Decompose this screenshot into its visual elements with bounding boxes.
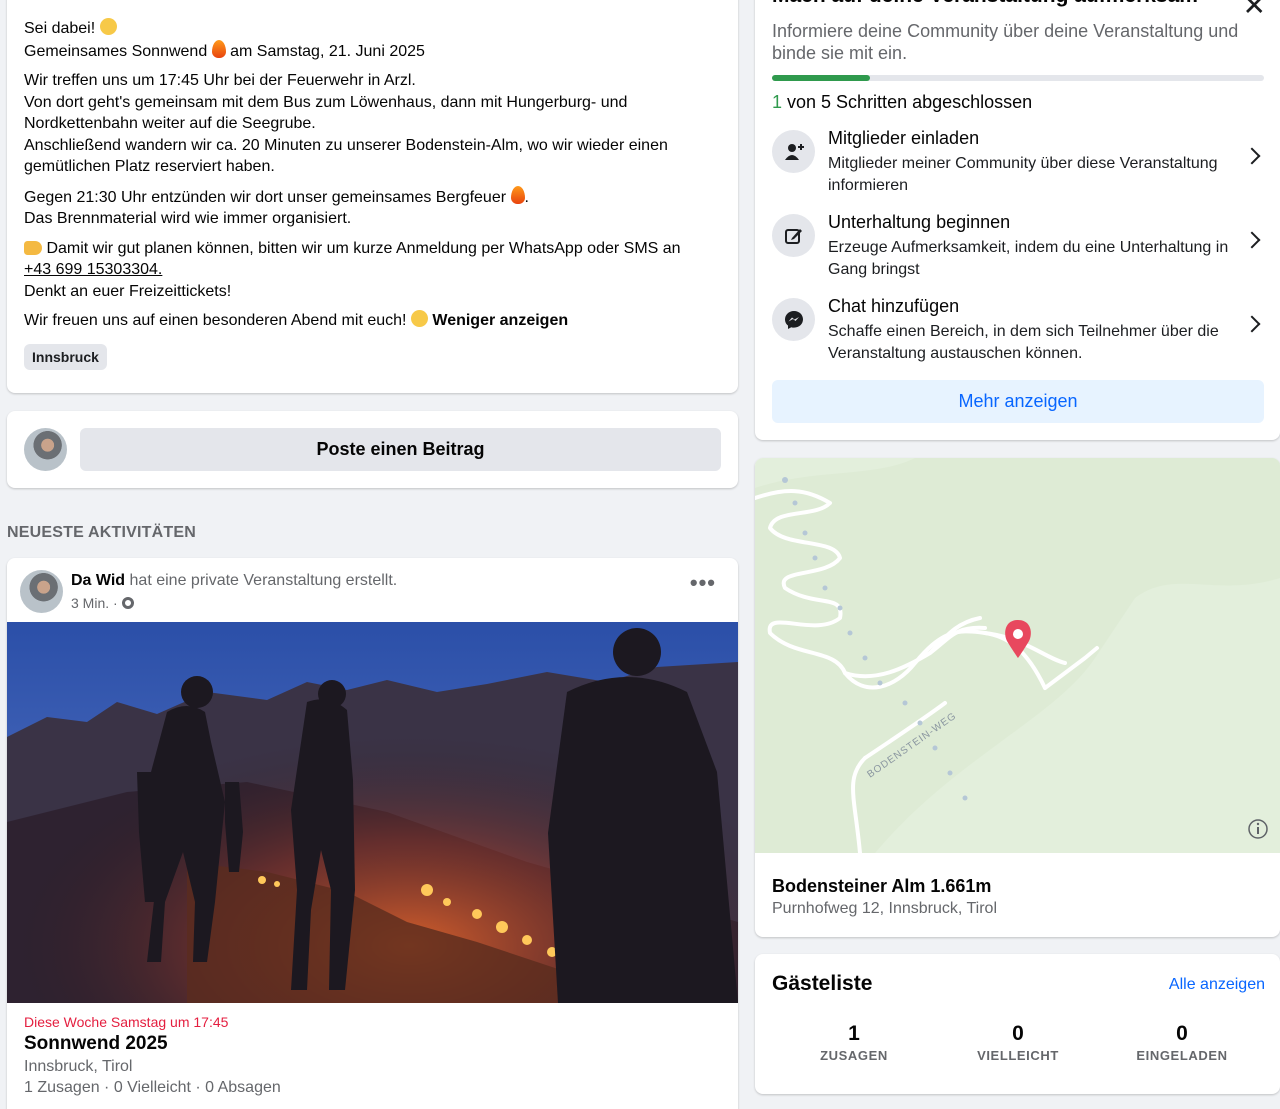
description-intro: Sei dabei! Gemeinsames Sonnwend am Samst… bbox=[24, 18, 425, 60]
messenger-icon bbox=[772, 298, 815, 341]
event-photo[interactable] bbox=[7, 622, 738, 1003]
location-tag[interactable]: Innsbruck bbox=[24, 343, 107, 370]
guest-list-card: Gästeliste Alle anzeigen 1 ZUSAGEN 0 VIE… bbox=[755, 954, 1280, 1094]
description-meeting: Wir treffen uns um 17:45 Uhr bei der Feu… bbox=[24, 72, 668, 175]
post-composer: Poste einen Beitrag bbox=[7, 411, 738, 488]
smile-emoji-icon bbox=[99, 18, 117, 35]
edit-icon bbox=[772, 214, 815, 257]
pointing-hand-emoji-icon bbox=[24, 240, 42, 255]
step-invite-members[interactable]: Mitglieder einladen Mitglieder meiner Co… bbox=[772, 128, 1264, 200]
show-more-button[interactable]: Mehr anzeigen bbox=[772, 380, 1264, 423]
location-card: BODENSTEIN-WEG Bodensteiner Alm 1.661m P… bbox=[755, 458, 1280, 937]
chevron-right-icon bbox=[1243, 315, 1261, 333]
phone-link[interactable]: +43 699 15303304. bbox=[24, 261, 162, 278]
guest-count-invited[interactable]: 0 EINGELADEN bbox=[1117, 1022, 1247, 1063]
step-title: Unterhaltung beginnen bbox=[828, 212, 1011, 232]
guest-count-going[interactable]: 1 ZUSAGEN bbox=[789, 1022, 919, 1063]
step-description: Mitglieder meiner Community über diese V… bbox=[828, 155, 1218, 194]
step-description: Erzeuge Aufmerksamkeit, indem du eine Un… bbox=[828, 239, 1229, 278]
steps-progress-text: 1 von 5 Schritten abgeschlossen bbox=[772, 92, 1033, 112]
section-heading: NEUESTE AKTIVITÄTEN bbox=[7, 524, 196, 541]
place-name[interactable]: Bodensteiner Alm 1.661m bbox=[772, 876, 991, 897]
show-all-link[interactable]: Alle anzeigen bbox=[1169, 976, 1265, 994]
post-action-text: hat eine private Veranstaltung erstellt. bbox=[129, 572, 398, 589]
post-time[interactable]: 3 Min. · bbox=[71, 595, 118, 611]
progress-bar bbox=[772, 75, 1264, 81]
chevron-right-icon bbox=[1243, 147, 1261, 165]
guest-list-title: Gästeliste bbox=[772, 972, 873, 995]
settings-privacy-icon bbox=[121, 597, 134, 609]
place-address: Purnhofweg 12, Innsbruck, Tirol bbox=[772, 900, 998, 917]
happy-emoji-icon bbox=[410, 310, 428, 327]
promote-event-card: Mach auf deine Veranstaltung aufmerksam … bbox=[755, 0, 1280, 440]
description-closing: Wir freuen uns auf einen besonderen Aben… bbox=[24, 310, 569, 329]
user-avatar[interactable] bbox=[24, 428, 67, 471]
show-less-link[interactable]: Weniger anzeigen bbox=[432, 312, 568, 329]
add-person-icon bbox=[772, 130, 815, 173]
description-fire: Gegen 21:30 Uhr entzünden wir dort unser… bbox=[24, 185, 721, 230]
event-location: Innsbruck, Tirol bbox=[24, 1058, 133, 1075]
guest-count-maybe[interactable]: 0 VIELLEICHT bbox=[953, 1022, 1083, 1063]
description-registration: Damit wir gut planen können, bitten wir … bbox=[24, 239, 681, 300]
author-name[interactable]: Da Wid bbox=[71, 572, 125, 589]
fire-emoji-icon bbox=[510, 185, 525, 204]
post-meta: 3 Min. · bbox=[71, 595, 134, 611]
chevron-right-icon bbox=[1243, 231, 1261, 249]
event-response-stats: 1 Zusagen · 0 Vielleicht · 0 Absagen bbox=[24, 1079, 281, 1096]
more-options-icon[interactable]: ••• bbox=[690, 572, 716, 594]
close-icon[interactable]: ✕ bbox=[1243, 0, 1266, 20]
step-title: Chat hinzufügen bbox=[828, 296, 960, 316]
step-description: Schaffe einen Bereich, in dem sich Teiln… bbox=[828, 323, 1219, 362]
step-title: Mitglieder einladen bbox=[828, 128, 980, 148]
post-header: Da Wid hat eine private Veranstaltung er… bbox=[71, 572, 397, 590]
fire-emoji-icon bbox=[211, 39, 226, 58]
event-description-card: Sei dabei! Gemeinsames Sonnwend am Samst… bbox=[7, 0, 738, 393]
step-add-chat[interactable]: Chat hinzufügen Schaffe einen Bereich, i… bbox=[772, 296, 1264, 368]
event-title[interactable]: Sonnwend 2025 bbox=[24, 1033, 168, 1055]
step-start-conversation[interactable]: Unterhaltung beginnen Erzeuge Aufmerksam… bbox=[772, 212, 1264, 284]
promo-subtitle: Informiere deine Community über deine Ve… bbox=[772, 21, 1239, 63]
event-date: Diese Woche Samstag um 17:45 bbox=[24, 1014, 229, 1030]
promo-title: Mach auf deine Veranstaltung aufmerksam bbox=[772, 0, 1198, 8]
activity-post: Da Wid hat eine private Veranstaltung er… bbox=[7, 558, 738, 1109]
location-map[interactable]: BODENSTEIN-WEG bbox=[755, 458, 1280, 853]
author-avatar[interactable] bbox=[20, 570, 63, 613]
create-post-button[interactable]: Poste einen Beitrag bbox=[80, 428, 721, 471]
progress-fill bbox=[772, 75, 871, 81]
